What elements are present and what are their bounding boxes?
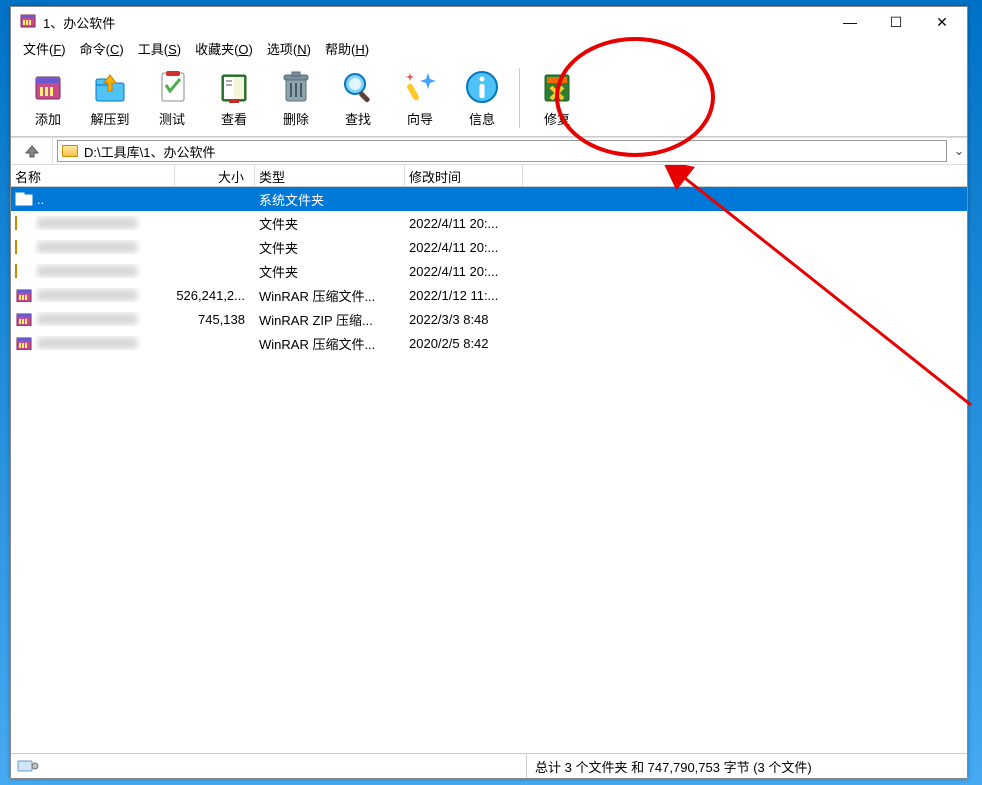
file-name-cell — [11, 312, 175, 326]
file-size-cell: 745,138 — [175, 312, 255, 327]
file-date-cell: 2022/4/11 20:... — [405, 240, 523, 255]
col-type-header[interactable]: 类型 — [255, 165, 405, 186]
wizard-icon — [400, 67, 440, 107]
statusbar: 总计 3 个文件夹 和 747,790,753 字节 (3 个文件) — [11, 753, 967, 778]
titlebar: 1、办公软件 — ☐ ✕ — [11, 7, 967, 37]
file-row[interactable]: WinRAR 压缩文件...2020/2/5 8:42 — [11, 331, 967, 355]
wizard-label: 向导 — [407, 109, 433, 128]
repair-button[interactable]: 修复 — [528, 63, 586, 132]
view-label: 查看 — [221, 109, 247, 128]
address-text: D:\工具库\1、办公软件 — [84, 142, 215, 161]
file-row[interactable]: 文件夹2022/4/11 20:... — [11, 211, 967, 235]
file-date-cell: 2020/2/5 8:42 — [405, 336, 523, 351]
wizard-button[interactable]: 向导 — [391, 63, 449, 132]
disk-icon — [17, 759, 39, 773]
file-name-cell — [11, 288, 175, 302]
up-button[interactable] — [11, 138, 53, 164]
file-name-cell — [11, 216, 175, 230]
rar-icon — [15, 312, 33, 326]
status-text: 总计 3 个文件夹 和 747,790,753 字节 (3 个文件) — [527, 757, 967, 776]
folder-icon — [15, 240, 33, 254]
file-row[interactable]: 文件夹2022/4/11 20:... — [11, 235, 967, 259]
rar-icon — [15, 336, 33, 350]
menu-f[interactable]: 文件(F) — [17, 38, 72, 59]
file-row[interactable]: 文件夹2022/4/11 20:... — [11, 259, 967, 283]
view-icon — [214, 67, 254, 107]
test-label: 测试 — [159, 109, 185, 128]
delete-label: 删除 — [283, 109, 309, 128]
col-date-header[interactable]: 修改时间 — [405, 165, 523, 186]
app-icon — [19, 12, 37, 33]
info-label: 信息 — [469, 109, 495, 128]
file-row[interactable]: 745,138WinRAR ZIP 压缩...2022/3/3 8:48 — [11, 307, 967, 331]
file-type-cell: 系统文件夹 — [255, 190, 405, 209]
addressbar: D:\工具库\1、办公软件 ⌄ — [11, 137, 967, 165]
col-size-header[interactable]: 大小 — [175, 165, 255, 186]
file-type-cell: WinRAR 压缩文件... — [255, 286, 405, 305]
folder-icon — [15, 216, 33, 230]
file-date-cell: 2022/4/11 20:... — [405, 264, 523, 279]
file-date-cell: 2022/1/12 11:... — [405, 288, 523, 303]
minimize-button[interactable]: — — [827, 7, 873, 37]
toolbar-separator — [519, 68, 520, 128]
info-icon — [462, 67, 502, 107]
add-label: 添加 — [35, 109, 61, 128]
file-size-cell: 526,241,2... — [175, 288, 255, 303]
up-folder-icon — [15, 192, 33, 206]
repair-label: 修复 — [544, 109, 570, 128]
add-button[interactable]: 添加 — [19, 63, 77, 132]
window-title: 1、办公软件 — [43, 13, 115, 32]
file-type-cell: 文件夹 — [255, 262, 405, 281]
menu-o[interactable]: 收藏夹(O) — [189, 38, 259, 59]
file-type-cell: 文件夹 — [255, 238, 405, 257]
folder-icon — [15, 264, 33, 278]
titlebar-left: 1、办公软件 — [19, 12, 115, 33]
col-name-header[interactable]: 名称 — [11, 165, 175, 186]
file-date-cell: 2022/4/11 20:... — [405, 216, 523, 231]
file-type-cell: WinRAR 压缩文件... — [255, 334, 405, 353]
toolbar: 添加 解压到 测试 查看 删除 查找 向导 信息 修复 — [11, 59, 967, 137]
find-button[interactable]: 查找 — [329, 63, 387, 132]
menubar: 文件(F)命令(C)工具(S)收藏夹(O)选项(N)帮助(H) — [11, 37, 967, 59]
file-row[interactable]: .. 系统文件夹 — [11, 187, 967, 211]
test-button[interactable]: 测试 — [143, 63, 201, 132]
extract-button[interactable]: 解压到 — [81, 63, 139, 132]
extract-icon — [90, 67, 130, 107]
column-headers: 名称 大小 类型 修改时间 — [11, 165, 967, 187]
file-type-cell: 文件夹 — [255, 214, 405, 233]
menu-h[interactable]: 帮助(H) — [319, 38, 375, 59]
repair-icon — [537, 67, 577, 107]
close-button[interactable]: ✕ — [919, 7, 965, 37]
find-icon — [338, 67, 378, 107]
maximize-button[interactable]: ☐ — [873, 7, 919, 37]
delete-icon — [276, 67, 316, 107]
file-name-cell: .. — [11, 192, 175, 207]
status-left — [11, 754, 527, 778]
find-label: 查找 — [345, 109, 371, 128]
file-type-cell: WinRAR ZIP 压缩... — [255, 310, 405, 329]
file-row[interactable]: 526,241,2...WinRAR 压缩文件...2022/1/12 11:.… — [11, 283, 967, 307]
address-input[interactable]: D:\工具库\1、办公软件 — [57, 140, 947, 162]
file-name-cell — [11, 264, 175, 278]
delete-button[interactable]: 删除 — [267, 63, 325, 132]
file-name-cell — [11, 336, 175, 350]
info-button[interactable]: 信息 — [453, 63, 511, 132]
menu-n[interactable]: 选项(N) — [261, 38, 317, 59]
add-icon — [28, 67, 68, 107]
file-name-cell — [11, 240, 175, 254]
view-button[interactable]: 查看 — [205, 63, 263, 132]
rar-icon — [15, 288, 33, 302]
extract-label: 解压到 — [90, 109, 129, 128]
file-list[interactable]: ..系统文件夹文件夹2022/4/11 20:...文件夹2022/4/11 2… — [11, 187, 967, 753]
file-date-cell: 2022/3/3 8:48 — [405, 312, 523, 327]
menu-s[interactable]: 工具(S) — [132, 38, 187, 59]
window-controls: — ☐ ✕ — [827, 7, 965, 37]
menu-c[interactable]: 命令(C) — [74, 38, 130, 59]
test-icon — [152, 67, 192, 107]
winrar-window: 1、办公软件 — ☐ ✕ 文件(F)命令(C)工具(S)收藏夹(O)选项(N)帮… — [10, 6, 968, 779]
address-dropdown-button[interactable]: ⌄ — [951, 143, 967, 159]
folder-icon — [62, 145, 78, 157]
